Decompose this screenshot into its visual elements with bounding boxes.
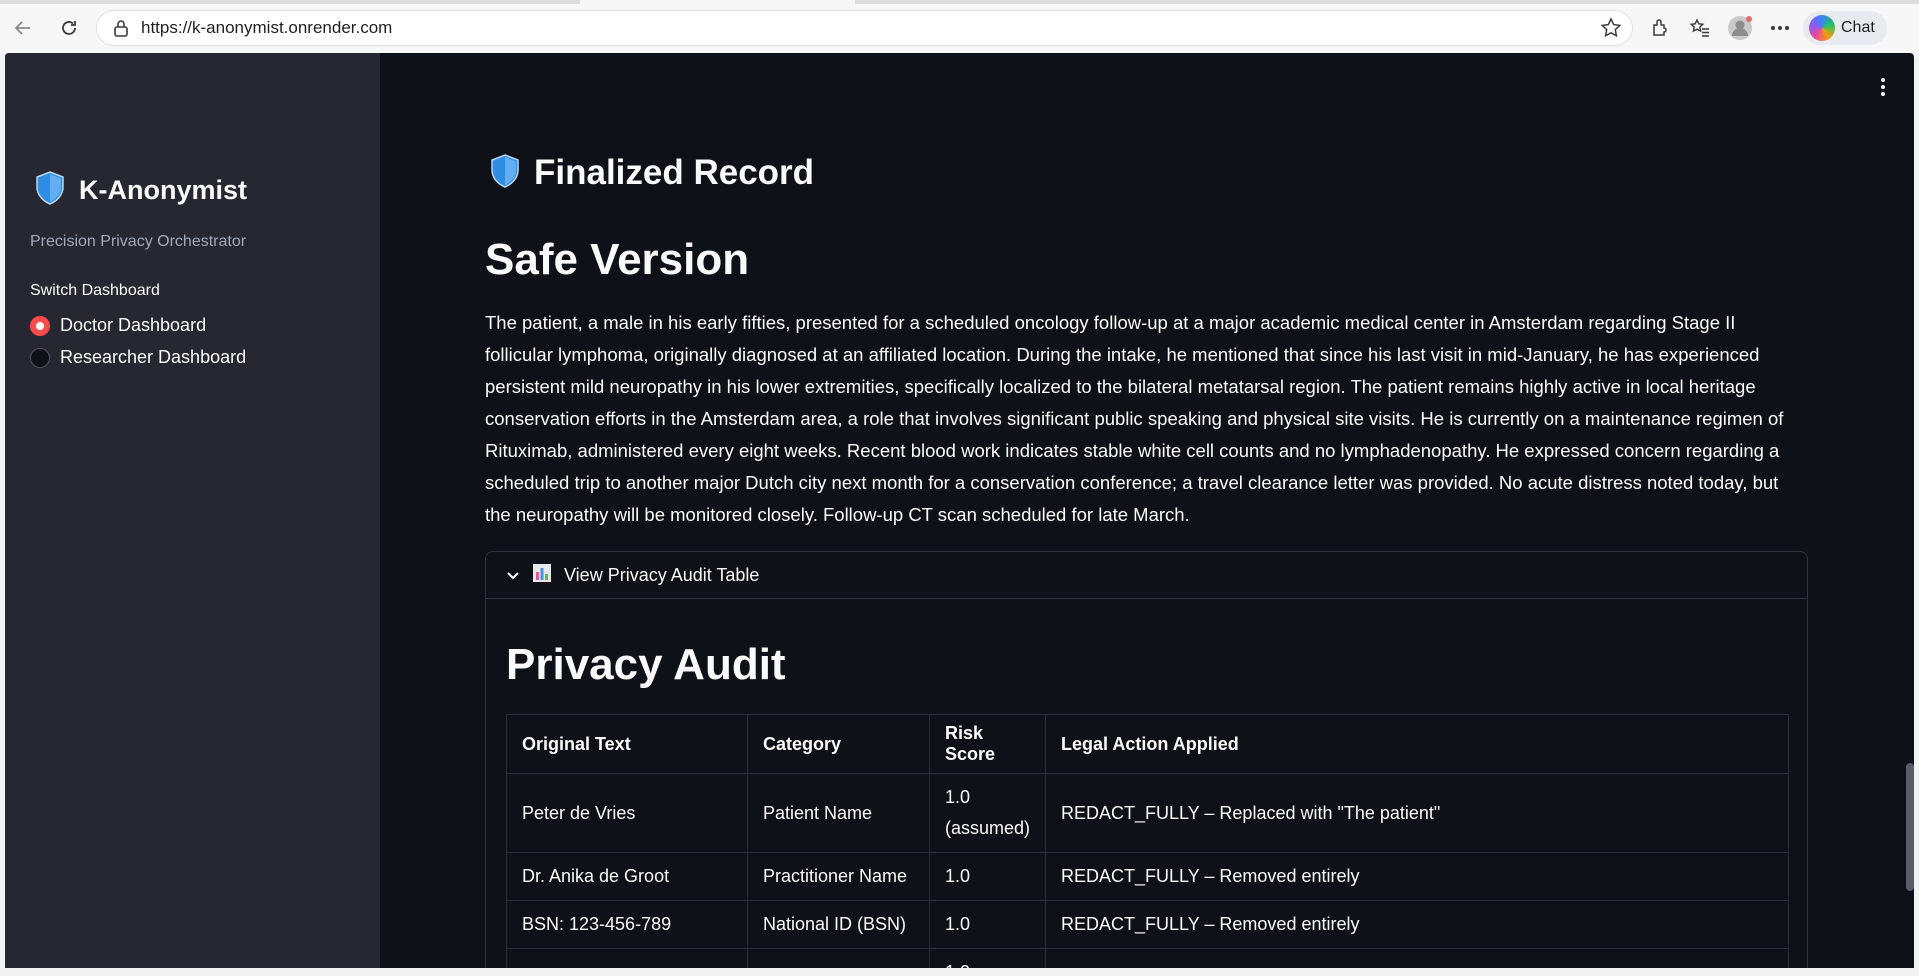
star-icon[interactable]: [1600, 17, 1622, 44]
cell-risk-score: 1.0 (assumed): [928, 773, 1047, 853]
window-bottom-edge: [0, 968, 1919, 976]
cell-legal-action: [1045, 948, 1789, 968]
main-content: Finalized Record Safe Version The patien…: [480, 53, 1810, 968]
chat-button[interactable]: Chat: [1803, 11, 1887, 45]
extensions-icon[interactable]: [1643, 11, 1677, 45]
back-icon[interactable]: [6, 11, 40, 45]
cell-category: Practitioner Name: [747, 852, 930, 901]
browser-right-tools: Chat: [1643, 10, 1887, 46]
address-bar[interactable]: https://k-anonymist.onrender.com: [96, 10, 1633, 46]
cell-risk-score: 1.0: [928, 900, 1047, 949]
app-viewport: K-Anonymist Precision Privacy Orchestrat…: [5, 53, 1914, 968]
page-title: Finalized Record: [534, 153, 815, 192]
privacy-audit-table: Original Text Category Risk Score Legal …: [506, 714, 1789, 968]
url-text[interactable]: https://k-anonymist.onrender.com: [141, 18, 392, 38]
cell-risk-score: 1.0: [928, 852, 1047, 901]
cell-legal-action: REDACT_FULLY – Removed entirely: [1045, 900, 1789, 949]
chevron-down-icon[interactable]: [506, 565, 520, 586]
col-risk-score: Risk Score: [928, 714, 1047, 774]
radio-label: Doctor Dashboard: [60, 315, 207, 335]
reload-icon[interactable]: [52, 11, 86, 45]
profile-icon[interactable]: [1723, 11, 1757, 45]
shield-icon: [35, 171, 65, 210]
safe-version-text: The patient, a male in his early fifties…: [485, 312, 1784, 525]
table-row: BSN: 123-456-789 National ID (BSN) 1.0 R…: [506, 900, 1789, 949]
sidebar: K-Anonymist Precision Privacy Orchestrat…: [5, 53, 380, 968]
privacy-audit-expander: View Privacy Audit Table Privacy Audit O…: [485, 551, 1808, 968]
table-row: Peter de Vries Patient Name 1.0 (assumed…: [506, 773, 1789, 853]
col-category: Category: [747, 714, 930, 774]
cell-original-text: [506, 948, 748, 968]
favorites-icon[interactable]: [1683, 11, 1717, 45]
col-original-text: Original Text: [506, 714, 748, 774]
more-icon[interactable]: [1763, 11, 1797, 45]
col-legal-action: Legal Action Applied: [1045, 714, 1789, 774]
cell-legal-action: REDACT_FULLY – Replaced with "The patien…: [1045, 773, 1789, 853]
cell-original-text: Dr. Anika de Groot: [506, 852, 748, 901]
sidebar-title: K-Anonymist: [35, 171, 247, 210]
chat-label: Chat: [1841, 19, 1875, 36]
radio-unselected-indicator[interactable]: [30, 347, 50, 368]
finalized-record-header: Finalized Record: [490, 153, 814, 193]
switch-dashboard-label: Switch Dashboard: [30, 282, 160, 299]
cell-risk-score: 1.0: [928, 948, 1047, 968]
table-row: Dr. Anika de Groot Practitioner Name 1.0…: [506, 852, 1789, 901]
radio-researcher-dashboard[interactable]: Researcher Dashboard: [30, 347, 246, 368]
shield-icon: [490, 153, 520, 193]
privacy-audit-heading: Privacy Audit: [506, 640, 786, 689]
table-header-row: Original Text Category Risk Score Legal …: [506, 714, 1789, 774]
expander-label: View Privacy Audit Table: [564, 564, 760, 585]
main-scrollbar[interactable]: [1906, 763, 1914, 891]
app-title: K-Anonymist: [79, 175, 247, 205]
copilot-icon: [1809, 15, 1835, 41]
cell-category: Patient Name: [747, 773, 930, 853]
cell-legal-action: REDACT_FULLY – Removed entirely: [1045, 852, 1789, 901]
browser-toolbar: https://k-anonymist.onrender.com Chat: [0, 4, 1919, 53]
cell-original-text: BSN: 123-456-789: [506, 900, 748, 949]
lock-icon[interactable]: [109, 19, 133, 37]
table-row: 1.0: [506, 948, 1789, 968]
main-menu-icon[interactable]: [1880, 77, 1886, 97]
radio-doctor-dashboard[interactable]: Doctor Dashboard: [30, 315, 206, 336]
cell-original-text: Peter de Vries: [506, 773, 748, 853]
app-subtitle: Precision Privacy Orchestrator: [30, 233, 247, 250]
radio-label: Researcher Dashboard: [60, 347, 247, 367]
cell-category: National ID (BSN): [747, 900, 930, 949]
safe-version-heading: Safe Version: [485, 235, 750, 284]
bar-chart-icon: [532, 563, 552, 588]
cell-category: [747, 948, 930, 968]
expander-toggle[interactable]: View Privacy Audit Table: [486, 552, 1807, 599]
radio-selected-indicator[interactable]: [30, 315, 50, 336]
